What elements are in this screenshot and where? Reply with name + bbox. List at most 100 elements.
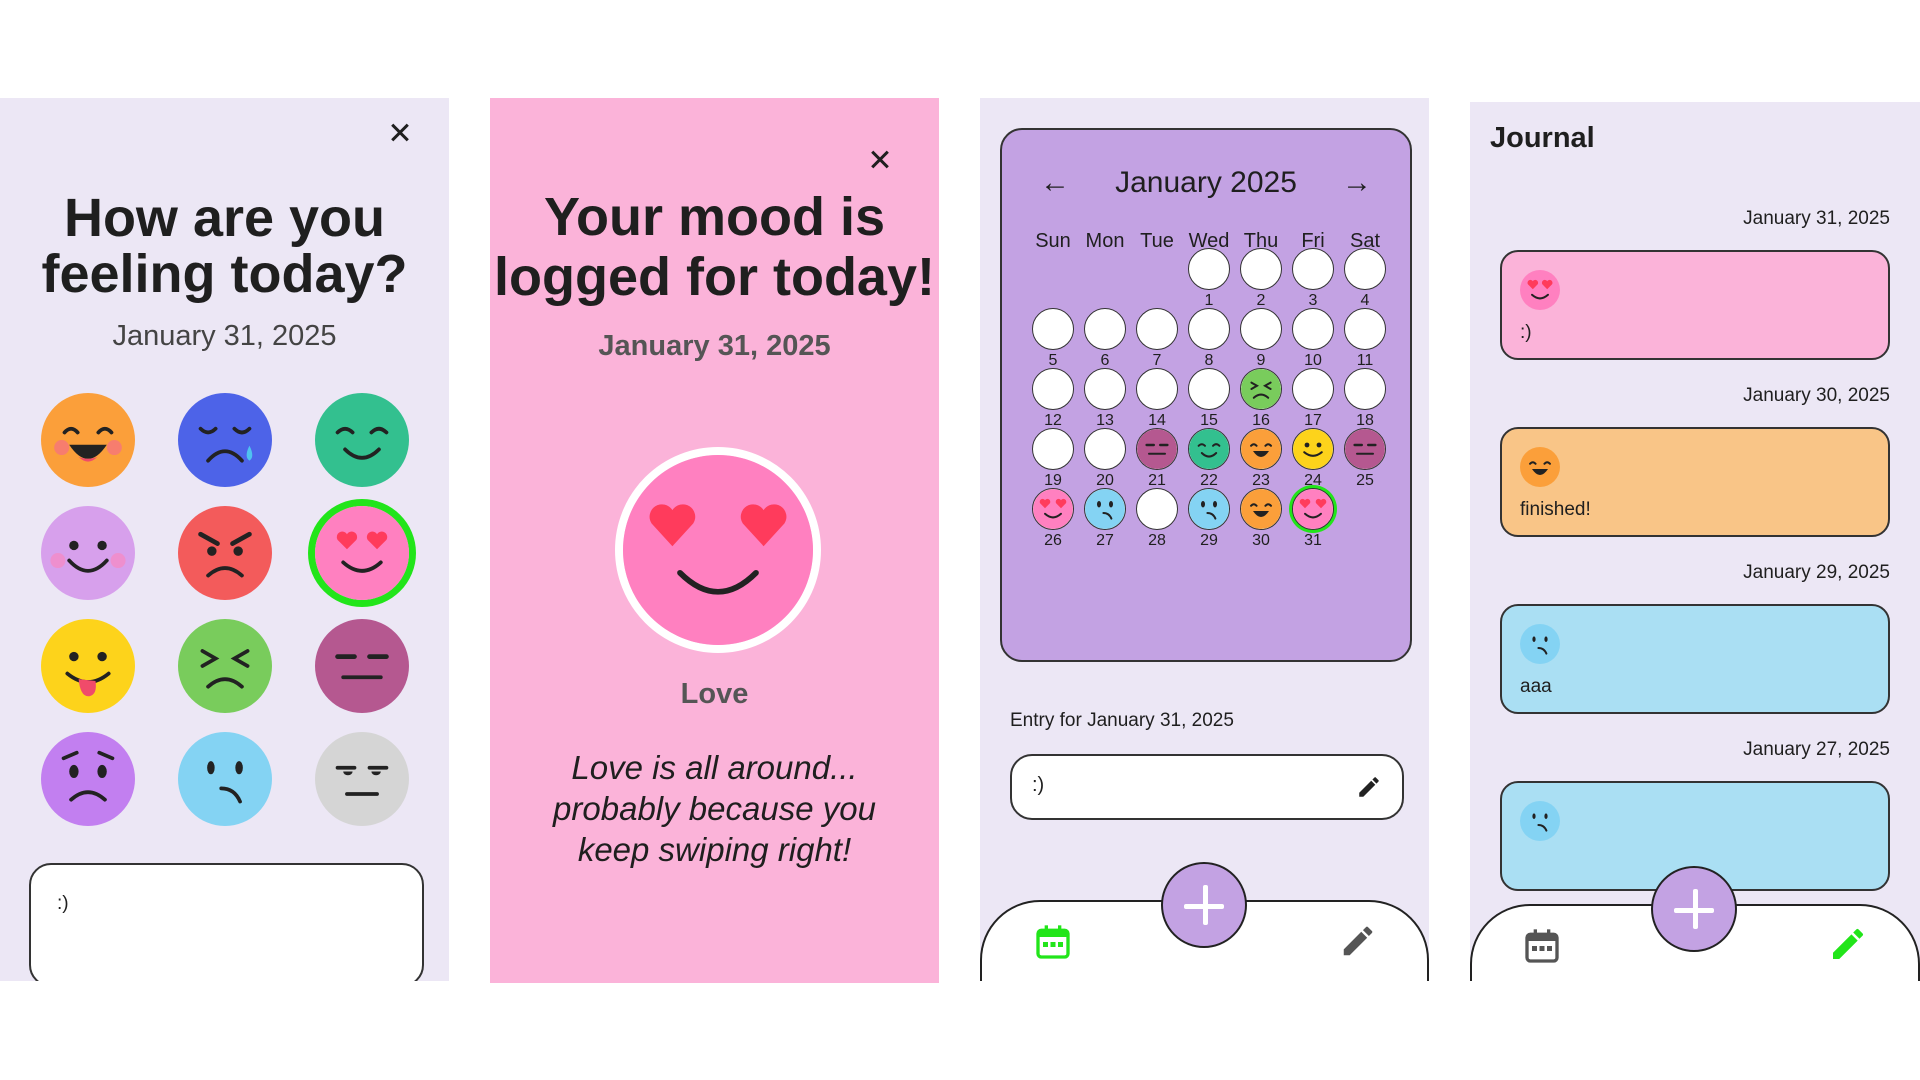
- calendar-day[interactable]: [1084, 428, 1126, 470]
- calendar-day[interactable]: [1292, 488, 1334, 530]
- expressionless-face-icon: [315, 619, 409, 713]
- mood-name: Love: [680, 678, 749, 710]
- pencil-icon[interactable]: [1356, 774, 1382, 800]
- close-icon[interactable]: [865, 145, 895, 175]
- love-mood-button[interactable]: [315, 506, 409, 600]
- calendar-day[interactable]: [1240, 488, 1282, 530]
- angry-mood-button[interactable]: [178, 506, 272, 600]
- calendar-day[interactable]: [1240, 428, 1282, 470]
- weekday-label: Tue: [1140, 230, 1174, 252]
- journal-entry-card[interactable]: :): [1500, 250, 1890, 360]
- calendar-day[interactable]: [1084, 488, 1126, 530]
- calendar-day[interactable]: [1084, 308, 1126, 350]
- calendar-nav-icon[interactable]: [1033, 922, 1073, 962]
- angry-face-icon: [178, 506, 272, 600]
- calendar-day[interactable]: [1084, 368, 1126, 410]
- journal-entry-date: January 31, 2025: [1743, 208, 1890, 229]
- calendar-day[interactable]: [1032, 428, 1074, 470]
- expressionless-face-icon: [1345, 429, 1385, 469]
- calendar-day-number: 27: [1096, 532, 1114, 549]
- calendar-day[interactable]: [1344, 308, 1386, 350]
- calendar-day[interactable]: [1188, 428, 1230, 470]
- note-input[interactable]: :): [29, 863, 424, 981]
- calendar-day[interactable]: [1136, 308, 1178, 350]
- confused-face-icon: [178, 732, 272, 826]
- squint-face-icon: [1241, 369, 1281, 409]
- calendar-day[interactable]: [1032, 488, 1074, 530]
- calendar-day[interactable]: [1344, 368, 1386, 410]
- calendar-day[interactable]: [1344, 248, 1386, 290]
- heart-eyes-face-icon: [623, 455, 813, 645]
- anxious-mood-button[interactable]: [41, 732, 135, 826]
- mood-question-line1: How are you: [63, 188, 386, 248]
- crying-face-icon: [178, 393, 272, 487]
- meh-mood-button[interactable]: [315, 732, 409, 826]
- disgust-mood-button[interactable]: [178, 619, 272, 713]
- calendar-day[interactable]: [1032, 368, 1074, 410]
- journal-title: Journal: [1490, 122, 1595, 154]
- journal-entry-text: finished!: [1520, 499, 1591, 520]
- journal-entry-date: January 30, 2025: [1743, 385, 1890, 406]
- entry-label: Entry for January 31, 2025: [1010, 710, 1234, 731]
- logged-mood-face: [615, 447, 821, 653]
- calendar-day-number: 30: [1252, 532, 1270, 549]
- calendar-day[interactable]: [1188, 488, 1230, 530]
- calendar-day[interactable]: [1136, 368, 1178, 410]
- logged-title-line2: logged for today!: [494, 247, 935, 307]
- calendar-day-number: 25: [1356, 472, 1374, 489]
- weekday-label: Mon: [1085, 230, 1125, 252]
- confused-mood-button[interactable]: [178, 732, 272, 826]
- calendar-day[interactable]: [1136, 428, 1178, 470]
- blushing-face-icon: [41, 506, 135, 600]
- journal-entry-date: January 29, 2025: [1743, 562, 1890, 583]
- calendar-day[interactable]: [1292, 308, 1334, 350]
- blush-mood-button[interactable]: [41, 506, 135, 600]
- calendar-day[interactable]: [1292, 428, 1334, 470]
- calm-face-icon: [1189, 429, 1229, 469]
- entry-field[interactable]: :): [1010, 754, 1404, 820]
- journal-entry-date: January 27, 2025: [1743, 739, 1890, 760]
- calendar-day[interactable]: [1292, 248, 1334, 290]
- add-entry-button[interactable]: [1161, 862, 1247, 948]
- picker-date: January 31, 2025: [112, 320, 337, 352]
- calendar-day[interactable]: [1032, 308, 1074, 350]
- quote-line1: Love is all around...: [571, 749, 858, 786]
- calendar-day[interactable]: [1344, 428, 1386, 470]
- heart-eyes-face-icon: [315, 506, 409, 600]
- calendar-day[interactable]: [1136, 488, 1178, 530]
- calendar-day[interactable]: [1240, 248, 1282, 290]
- logged-date: January 31, 2025: [598, 330, 831, 362]
- sad-mood-button[interactable]: [178, 393, 272, 487]
- journal-nav-pencil-icon[interactable]: [1828, 924, 1868, 964]
- note-text: :): [57, 893, 69, 914]
- calendar-day[interactable]: [1188, 248, 1230, 290]
- journal-entry-card[interactable]: aaa: [1500, 604, 1890, 714]
- journal-entry-text: :): [1520, 322, 1532, 343]
- calendar-day[interactable]: [1240, 368, 1282, 410]
- journal-screen: Journal January 31, 2025 :) January 30, …: [1470, 102, 1920, 981]
- calendar-day[interactable]: [1188, 368, 1230, 410]
- quote-line3: keep swiping right!: [577, 831, 852, 868]
- silly-mood-button[interactable]: [41, 619, 135, 713]
- worried-face-icon: [41, 732, 135, 826]
- calendar-nav-icon[interactable]: [1522, 926, 1562, 966]
- tongue-out-face-icon: [1293, 429, 1333, 469]
- neutral-mood-button[interactable]: [315, 619, 409, 713]
- entry-text: :): [1032, 774, 1045, 796]
- journal-nav-pencil-icon[interactable]: [1339, 922, 1377, 960]
- calendar-day[interactable]: [1292, 368, 1334, 410]
- unamused-face-icon: [315, 732, 409, 826]
- calm-mood-button[interactable]: [315, 393, 409, 487]
- add-entry-button[interactable]: [1651, 866, 1737, 952]
- journal-entry-card[interactable]: finished!: [1500, 427, 1890, 537]
- calendar-day[interactable]: [1188, 308, 1230, 350]
- heart-eyes-face-icon: [1293, 489, 1333, 529]
- calendar-day-number: 26: [1044, 532, 1062, 549]
- calendar-day[interactable]: [1240, 308, 1282, 350]
- happy-face-icon: [1241, 489, 1281, 529]
- happy-face-icon: [1241, 429, 1281, 469]
- close-icon[interactable]: [385, 118, 415, 148]
- mood-logged-screen: Your mood is logged for today! January 3…: [490, 98, 939, 983]
- happy-mood-button[interactable]: [41, 393, 135, 487]
- confused-face-icon: [1085, 489, 1125, 529]
